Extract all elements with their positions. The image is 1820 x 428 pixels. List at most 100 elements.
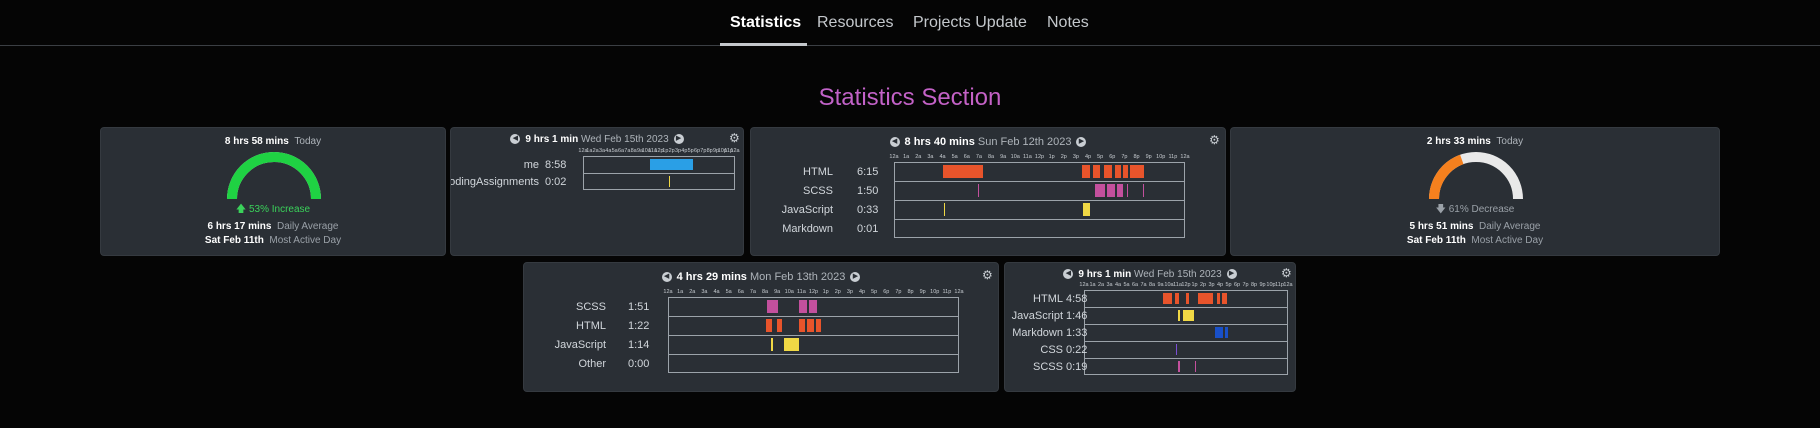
row-label: Other	[578, 357, 606, 370]
change-text: 61% Decrease	[1448, 204, 1515, 215]
hour-tick-label: 2a	[592, 148, 599, 154]
hour-tick-label: 1p	[1048, 154, 1055, 160]
hour-tick-label: 12p	[1181, 282, 1191, 288]
gear-icon[interactable]: ⚙	[729, 132, 741, 144]
row-label: HTML	[803, 165, 833, 178]
activity-segment	[815, 319, 821, 332]
activity-segment	[767, 300, 779, 313]
activity-segment	[649, 159, 693, 170]
hour-tick-label: 4a	[1114, 282, 1122, 288]
hour-tick-label: 8p	[1250, 282, 1258, 288]
tab-resources[interactable]: Resources	[817, 14, 893, 32]
hour-tick-label: 2p	[1060, 154, 1067, 160]
hour-tick-label: 6p	[1109, 154, 1116, 160]
tab-statistics[interactable]: Statistics	[730, 14, 801, 32]
card-header: 8 hrs 58 mins Today	[101, 136, 445, 147]
card-header: 2 hrs 33 mins Today	[1231, 136, 1719, 147]
prev-day-button[interactable]: ◀	[889, 137, 900, 148]
hour-tick-label: 4a	[939, 154, 946, 160]
hour-tick-label: 5a	[725, 289, 732, 295]
daily-average-line: 5 hrs 51 mins Daily Average	[1231, 221, 1719, 232]
timeline-total: 9 hrs 1 min	[1078, 269, 1132, 280]
hour-tick-label: 7a	[624, 148, 631, 154]
most-active-label: Most Active Day	[1471, 235, 1544, 246]
activity-segment	[807, 319, 814, 332]
activity-segment	[1175, 344, 1178, 355]
row-duration: 0:02	[545, 175, 567, 188]
gear-icon[interactable]: ⚙	[1281, 267, 1293, 279]
row-duration: 0:19	[1066, 360, 1088, 373]
activity-segment	[668, 176, 670, 187]
gear-icon[interactable]: ⚙	[1209, 134, 1221, 146]
hour-tick-label: 8a	[761, 289, 769, 295]
row-divider	[668, 316, 959, 317]
activity-segment	[1081, 165, 1091, 178]
next-day-button[interactable]: ▶	[1076, 137, 1087, 148]
today-period-label: Today	[294, 136, 322, 147]
row-label: Markdown	[1012, 326, 1063, 339]
activity-segment	[798, 319, 805, 332]
row-divider	[668, 354, 959, 355]
row-divider	[894, 200, 1185, 201]
hour-tick-label: 8a	[987, 154, 995, 160]
daily-average-value: 6 hrs 17 mins	[207, 221, 272, 232]
hour-tick-label: 8p	[1133, 154, 1140, 160]
prev-day-button[interactable]: ◀	[1063, 269, 1074, 280]
monday-timeline-card: ◀ 4 hrs 29 mins Mon Feb 13th 2023 ▶ ⚙ 12a 1…	[523, 262, 999, 392]
hour-tick-label: 4a	[605, 148, 612, 154]
change-indicator: 🡅 53% Increase	[101, 202, 445, 219]
hour-tick-label: 4p	[1084, 154, 1092, 160]
change-indicator: 🡇 61% Decrease	[1231, 202, 1719, 219]
hour-tick-label: 8a	[1148, 282, 1156, 288]
next-day-button[interactable]: ▶	[673, 134, 684, 145]
row-label: myCodingAssignments	[451, 175, 539, 188]
prev-day-button[interactable]: ◀	[661, 272, 672, 283]
hour-tick-label: 3a	[598, 148, 606, 154]
hour-tick-label: 11p	[1168, 154, 1178, 160]
next-day-button[interactable]: ▶	[1226, 269, 1237, 280]
hour-tick-label: 7p	[1121, 154, 1128, 160]
hour-tick-label: 2p	[668, 148, 675, 154]
row-duration: 1:46	[1066, 309, 1088, 322]
hour-tick-label: 5a	[1123, 282, 1130, 288]
activity-segment	[784, 338, 799, 351]
row-label: HTML	[1033, 292, 1063, 305]
section-title: Statistics Section	[0, 84, 1820, 112]
hour-tick-label: 4a	[713, 289, 720, 295]
row-divider	[894, 219, 1185, 220]
row-duration: 1:33	[1066, 326, 1088, 339]
tab-notes[interactable]: Notes	[1047, 14, 1089, 32]
hour-tick-label: 7a	[749, 289, 756, 295]
hour-tick-label: 10a	[784, 289, 794, 295]
hour-tick-label: 6a	[1131, 282, 1139, 288]
hour-tick-label: 4p	[681, 148, 688, 154]
hour-tick-label: 12a	[663, 289, 673, 295]
activity-segment	[1083, 203, 1091, 216]
active-tab-indicator	[720, 43, 807, 46]
hour-tick-label: 12a	[889, 154, 899, 160]
tab-projects-update[interactable]: Projects Update	[913, 14, 1027, 32]
card-header: ◀ 9 hrs 1 min Wed Feb 15th 2023 ▶	[1005, 269, 1295, 280]
activity-segment	[1114, 165, 1121, 178]
daily-average-value: 5 hrs 51 mins	[1409, 221, 1474, 232]
activity-segment	[1221, 293, 1227, 304]
today-summary-card-secondary: 2 hrs 33 mins Today 🡇 61% Decrease 5 hrs…	[1230, 127, 1720, 256]
hour-tick-label: 9p	[919, 289, 926, 295]
row-duration: 0:33	[857, 203, 879, 216]
hour-tick-label: 7p	[895, 289, 902, 295]
today-summary-card: 8 hrs 58 mins Today 🡅 53% Increase 6 hrs…	[100, 127, 446, 256]
hour-tick-label: 11a	[1022, 154, 1032, 160]
hour-tick-label: 5p	[1097, 154, 1104, 160]
row-divider	[1084, 341, 1288, 342]
row-duration: 1:51	[628, 300, 650, 313]
row-divider	[1084, 307, 1288, 308]
hour-tick-label: 9p	[1259, 282, 1266, 288]
row-duration: 0:00	[628, 357, 650, 370]
hour-tick-label: 7a	[1140, 282, 1147, 288]
gear-icon[interactable]: ⚙	[982, 269, 994, 281]
change-text: 53% Increase	[248, 204, 311, 215]
prev-day-button[interactable]: ◀	[510, 134, 521, 145]
row-duration: 1:50	[857, 184, 879, 197]
next-day-button[interactable]: ▶	[850, 272, 861, 283]
timeline-total: 8 hrs 40 mins	[904, 136, 975, 148]
